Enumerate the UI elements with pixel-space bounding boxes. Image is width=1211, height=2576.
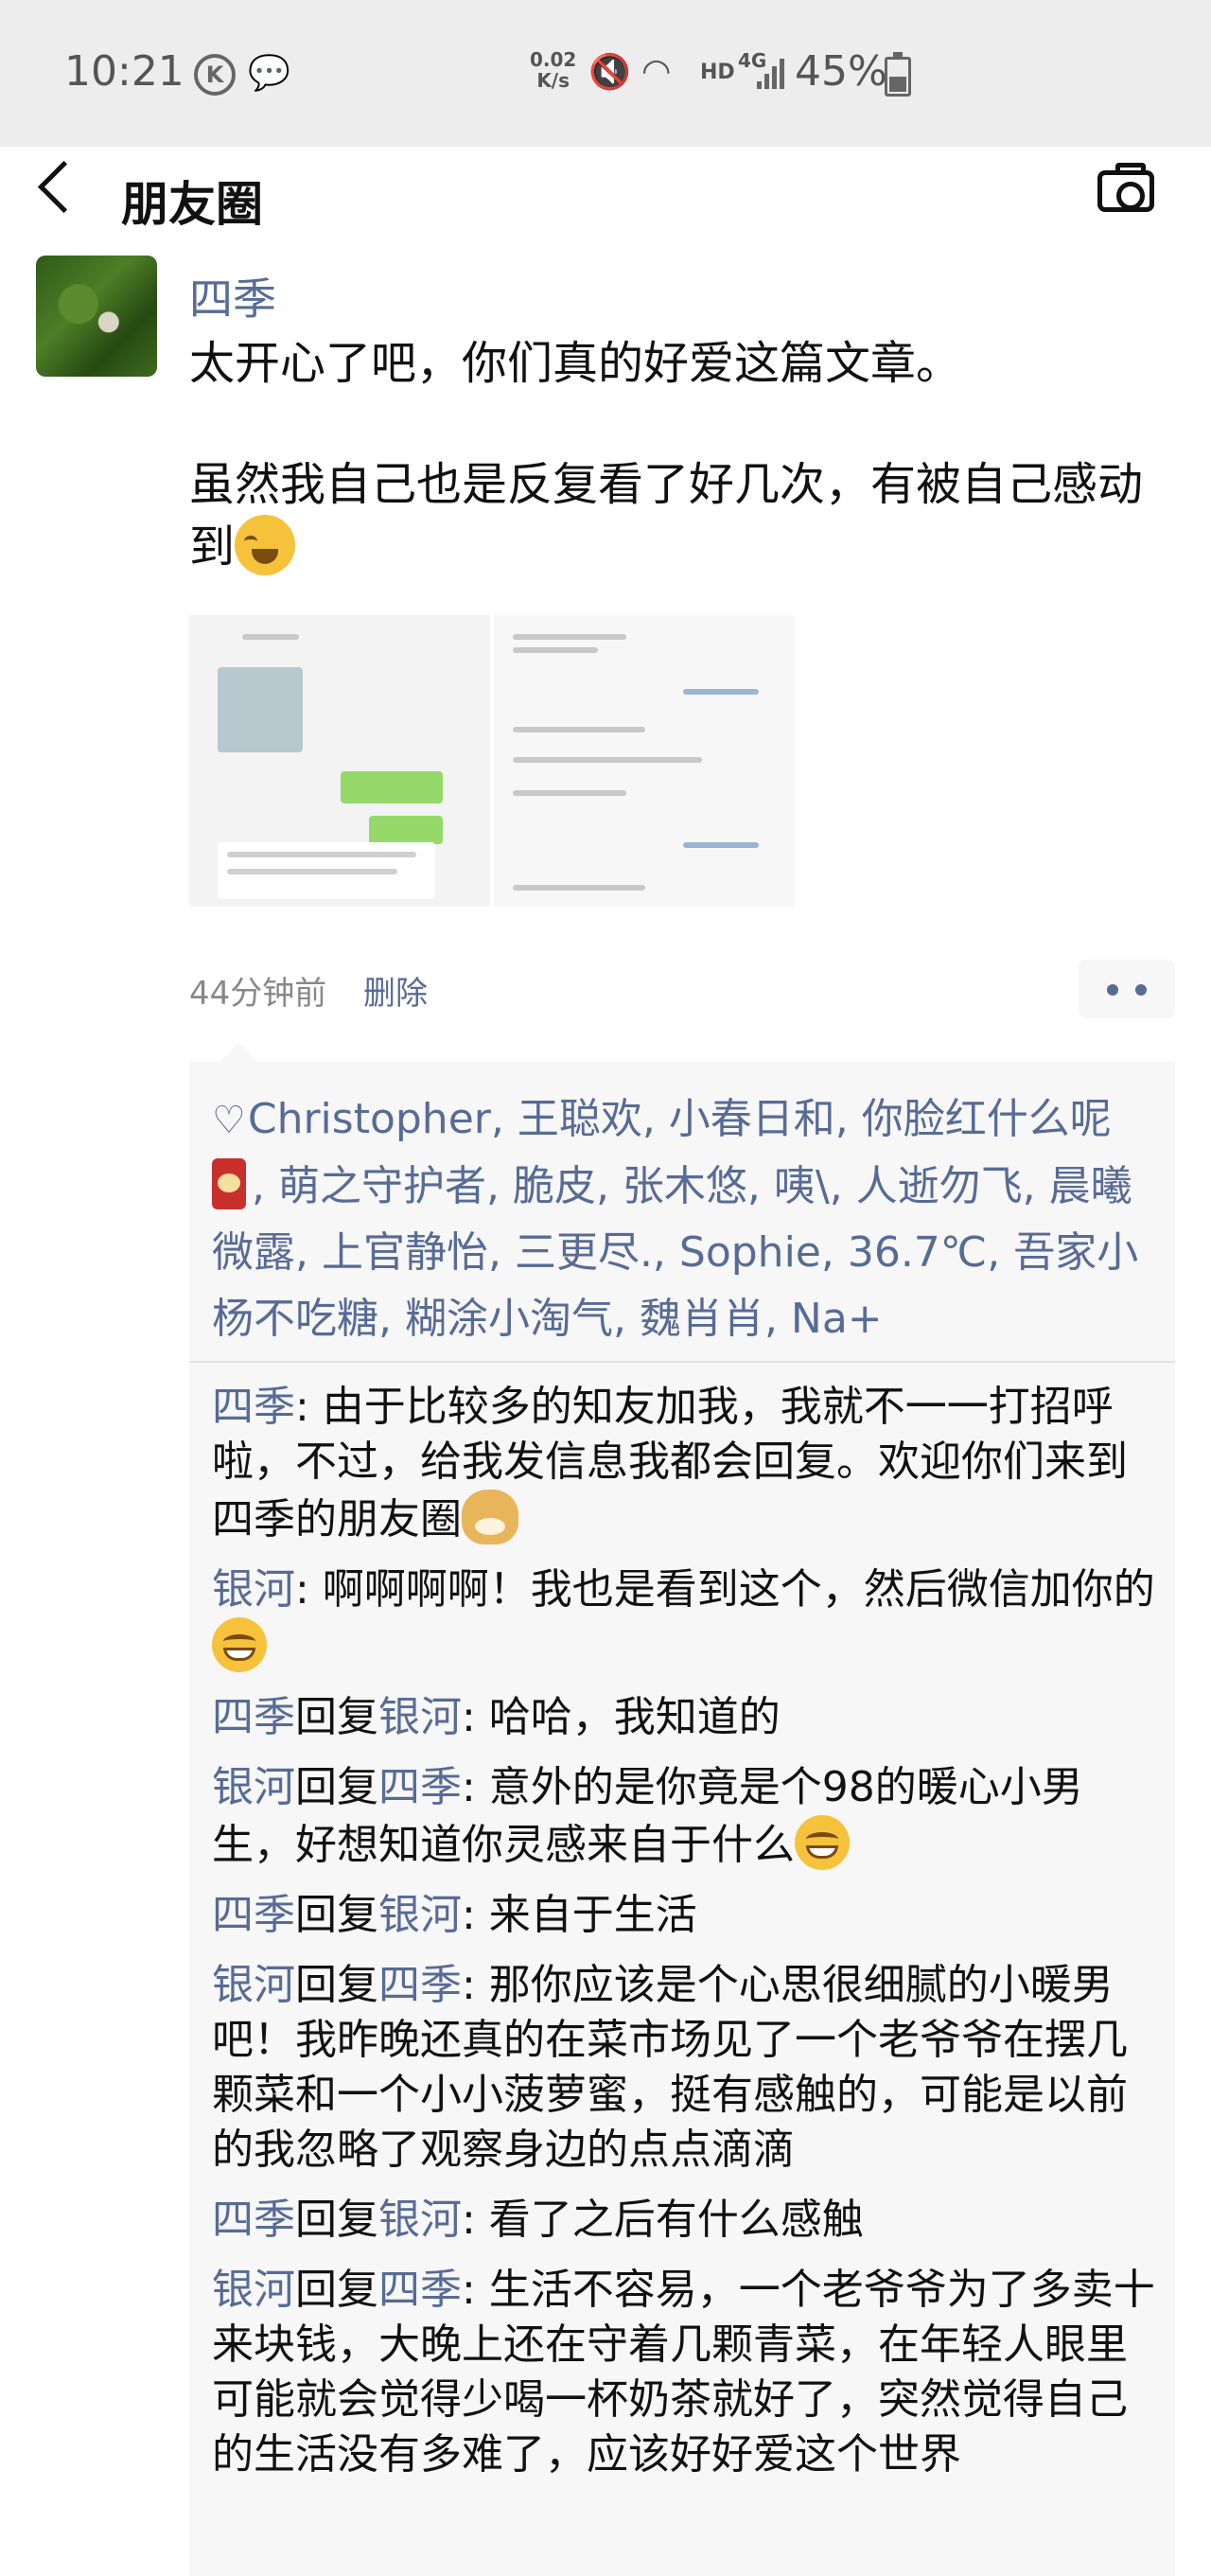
post-text: 太开心了吧，你们真的好爱这篇文章。 虽然我自己也是反复看了好几次，有被自己感动到	[189, 333, 1154, 577]
comment-from[interactable]: 银河	[212, 2266, 295, 2314]
signal-icon	[757, 57, 785, 89]
net-speed: 0.02 K/s	[530, 48, 577, 92]
divider	[189, 1361, 1175, 1363]
comment-item[interactable]: 四季: 由于比较多的知友加我，我就不一一打招呼啦，不过，给我发信息我都会回复。欢…	[212, 1380, 1158, 1547]
k-app-icon: K	[194, 54, 236, 96]
comment-from[interactable]: 银河	[212, 1565, 295, 1614]
likes-names-1[interactable]: Christopher, 王聪欢, 小春日和, 你脸红什么呢	[248, 1095, 1112, 1143]
comment-text: : 啊啊啊啊！我也是看到这个，然后微信加你的	[295, 1565, 1155, 1614]
reply-word: 回复	[295, 1891, 378, 1939]
comment-from[interactable]: 四季	[212, 1891, 295, 1939]
delete-link[interactable]: 删除	[363, 967, 428, 1014]
post-author[interactable]: 四季	[189, 265, 276, 327]
post-text-line2: 虽然我自己也是反复看了好几次，有被自己感动到	[189, 458, 1144, 573]
comment-from[interactable]: 银河	[212, 1763, 295, 1811]
reply-word: 回复	[295, 1763, 378, 1811]
likes-list: ♡Christopher, 王聪欢, 小春日和, 你脸红什么呢 , 萌之守护者, …	[212, 1086, 1158, 1352]
comment-item[interactable]: 银河: 啊啊啊啊！我也是看到这个，然后微信加你的	[212, 1562, 1158, 1675]
comment-from[interactable]: 四季	[212, 1693, 295, 1741]
crying-laughing-emoji-icon	[235, 515, 296, 575]
likes-names-2[interactable]: , 萌之守护者, 脆皮, 张木悠, 咦\, 人逝勿飞, 晨曦微露, 上官静怡, …	[212, 1162, 1138, 1343]
doge-emoji-icon	[462, 1490, 518, 1544]
reply-word: 回复	[295, 1961, 378, 2009]
battery-percent: 45%	[795, 47, 887, 96]
post-text-line1: 太开心了吧，你们真的好爱这篇文章。	[189, 337, 962, 390]
camera-icon[interactable]	[1097, 163, 1154, 212]
wifi-icon: ◠	[641, 52, 672, 91]
post-photo-1[interactable]	[189, 615, 490, 907]
comment-text: : 哈哈，我知道的	[462, 1693, 781, 1741]
panel-arrow	[219, 1043, 257, 1062]
status-bar: 10:21 K 💬 0.02 K/s 🔇 ◠ HD 4G 45%	[0, 0, 1211, 147]
comments-list: 四季: 由于比较多的知友加我，我就不一一打招呼啦，不过，给我发信息我都会回复。欢…	[212, 1380, 1158, 2497]
wechat-icon: 💬	[248, 54, 290, 93]
comment-to[interactable]: 银河	[378, 1891, 462, 1939]
reply-word: 回复	[295, 1693, 378, 1741]
comment-item[interactable]: 四季回复银河: 哈哈，我知道的	[212, 1690, 1158, 1745]
grin-emoji-icon	[795, 1815, 850, 1870]
comment-item[interactable]: 四季回复银河: 看了之后有什么感触	[212, 2193, 1158, 2248]
canned-food-emoji-icon	[212, 1158, 246, 1209]
comment-item[interactable]: 银河回复四季: 生活不容易，一个老爷爷为了多卖十来块钱，大晚上还在守着几颗青菜，…	[212, 2263, 1158, 2482]
comment-from[interactable]: 银河	[212, 1961, 295, 2009]
smile-emoji-icon	[212, 1617, 267, 1672]
hd-label: HD	[700, 61, 735, 84]
comment-text: : 由于比较多的知友加我，我就不一一打招呼啦，不过，给我发信息我都会回复。欢迎你…	[212, 1383, 1128, 1544]
mute-icon: 🔇	[588, 53, 631, 92]
comment-to[interactable]: 银河	[378, 2196, 462, 2244]
comment-item[interactable]: 银河回复四季: 意外的是你竟是个98的暖心小男生，好想知道你灵感来自于什么	[212, 1760, 1158, 1873]
page-title: 朋友圈	[121, 177, 263, 232]
back-icon[interactable]	[37, 160, 91, 214]
comment-to[interactable]: 四季	[378, 1961, 462, 2009]
reply-word: 回复	[295, 2196, 378, 2244]
comment-text: : 来自于生活	[462, 1891, 697, 1939]
comment-to[interactable]: 银河	[378, 1693, 462, 1741]
comment-from[interactable]: 四季	[212, 1383, 295, 1431]
more-actions-button[interactable]	[1079, 960, 1175, 1018]
avatar[interactable]	[36, 256, 157, 377]
reply-word: 回复	[295, 2266, 378, 2314]
battery-icon	[885, 52, 911, 97]
status-time: 10:21	[64, 47, 184, 96]
post-photo-2[interactable]	[494, 615, 795, 907]
heart-icon: ♡	[212, 1099, 246, 1142]
comment-from[interactable]: 四季	[212, 2196, 295, 2244]
comment-to[interactable]: 四季	[378, 2266, 462, 2314]
post-time: 44分钟前	[189, 975, 327, 1013]
comment-to[interactable]: 四季	[378, 1763, 462, 1811]
comment-text: : 看了之后有什么感触	[462, 2196, 864, 2244]
comment-item[interactable]: 银河回复四季: 那你应该是个心思很细腻的小暖男吧！我昨晚还真的在菜市场见了一个老…	[212, 1958, 1158, 2178]
comment-item[interactable]: 四季回复银河: 来自于生活	[212, 1888, 1158, 1943]
